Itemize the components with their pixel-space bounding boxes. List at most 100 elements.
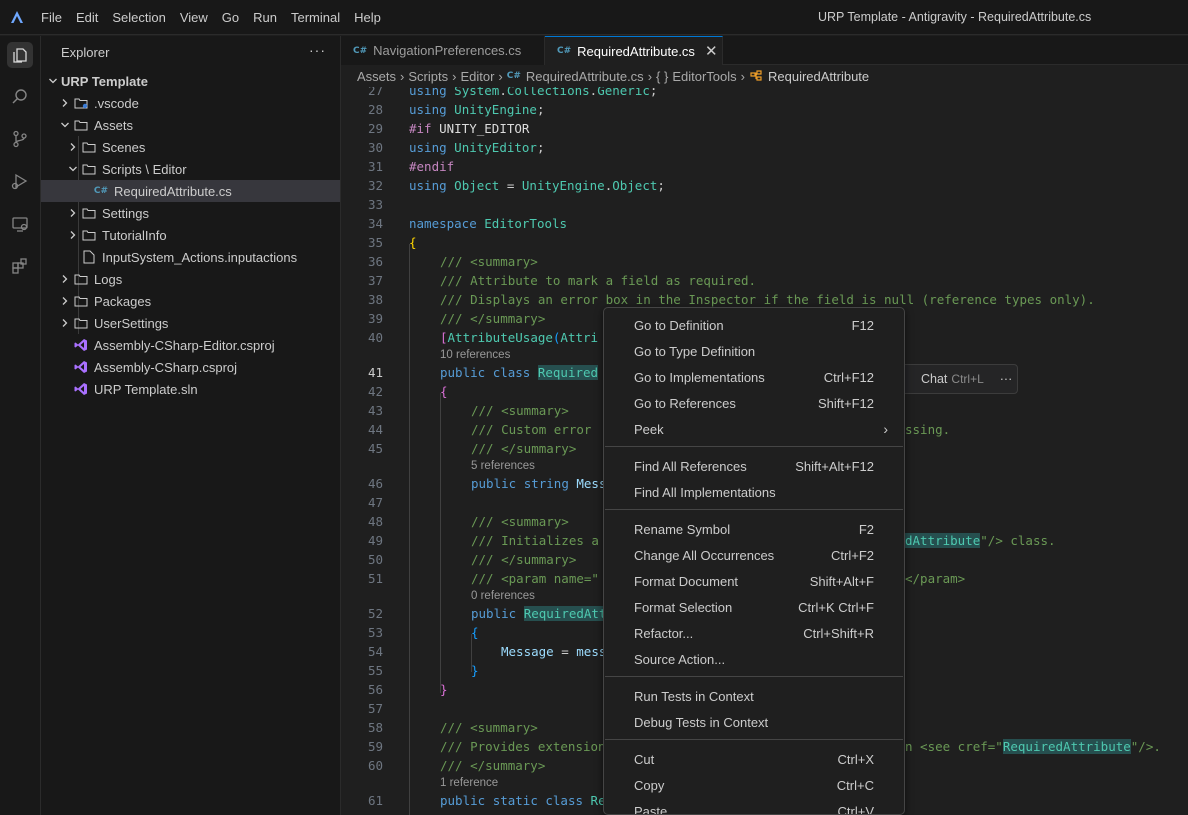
breadcrumb-item[interactable]: Scripts [408,69,448,84]
menu-item-format-document[interactable]: Format Document Shift+Alt+F [604,568,904,594]
more-icon[interactable]: ··· [1000,372,1013,386]
menu-file[interactable]: File [34,0,69,35]
chat-button[interactable]: Chat [921,372,947,386]
menu-item-go-to-implementations[interactable]: Go to Implementations Ctrl+F12 [604,364,904,390]
search-icon[interactable] [7,84,33,110]
tree-item-urp-template-sln[interactable]: URP Template.sln [41,378,340,400]
chevron-right-icon [65,227,81,243]
tree-item-logs[interactable]: Logs [41,268,340,290]
tree-item-vscode[interactable]: .vscode [41,92,340,114]
remote-explorer-icon[interactable] [7,211,33,237]
menu-item-cut[interactable]: Cut Ctrl+X [604,746,904,772]
source-control-icon[interactable] [7,126,33,152]
folder-icon [73,293,89,309]
tree-root-urp-template[interactable]: URP Template [41,70,340,92]
run-debug-icon[interactable] [7,168,33,194]
codelens-references[interactable]: 5 references [471,459,535,474]
menu-item-rename-symbol[interactable]: Rename Symbol F2 [604,516,904,542]
menu-edit[interactable]: Edit [69,0,105,35]
visual-studio-icon [73,359,89,375]
tab-label: RequiredAttribute.cs [577,43,695,59]
line-number: 43 [367,403,383,418]
code-line: </param> [905,571,966,586]
codelens-references[interactable]: 0 references [471,589,535,604]
tab-requiredattribute[interactable]: C# RequiredAttribute.cs ✕ [545,36,723,65]
tree-item-scripts-editor[interactable]: Scripts \ Editor [41,158,340,180]
folder-open-icon [81,161,97,177]
tree-item-label: URP Template.sln [94,381,198,397]
tree-item-label: Settings [102,205,149,221]
chevron-right-icon: › [400,68,405,84]
tree-item-packages[interactable]: Packages [41,290,340,312]
menu-item-copy[interactable]: Copy Ctrl+C [604,772,904,798]
menu-selection[interactable]: Selection [105,0,172,35]
code-line: using UnityEngine; [409,102,545,117]
menu-item-find-all-implementations[interactable]: Find All Implementations [604,479,904,505]
menu-view[interactable]: View [173,0,215,35]
extensions-icon[interactable] [7,253,33,279]
line-number: 31 [367,159,383,174]
codelens-references[interactable]: 1 reference [440,776,498,791]
codelens-references[interactable]: 10 references [440,348,510,363]
tree-item-label: TutorialInfo [102,227,167,243]
breadcrumb-item[interactable]: RequiredAttribute [768,69,869,84]
tree-item-inputsystem-actions[interactable]: InputSystem_Actions.inputactions [41,246,340,268]
tree-item-usersettings[interactable]: UserSettings [41,312,340,334]
code-line: /// Attribute to mark a field as require… [440,273,757,288]
menu-item-change-all-occurrences[interactable]: Change All Occurrences Ctrl+F2 [604,542,904,568]
window-title: URP Template - Antigravity - RequiredAtt… [818,10,1092,24]
menu-item-format-selection[interactable]: Format Selection Ctrl+K Ctrl+F [604,594,904,620]
tree-item-assembly-csharp-editor-csproj[interactable]: Assembly-CSharp-Editor.csproj [41,334,340,356]
line-number: 47 [367,495,383,510]
menu-item-source-action[interactable]: Source Action... [604,646,904,672]
csharp-file-icon: C# [506,71,521,81]
chevron-right-icon [65,205,81,221]
tree-item-tutorialinfo[interactable]: TutorialInfo [41,224,340,246]
line-number: 28 [367,102,383,117]
tree-item-settings[interactable]: Settings [41,202,340,224]
chevron-right-icon: › [740,68,745,84]
menu-go[interactable]: Go [215,0,246,35]
more-actions-icon[interactable]: ··· [309,42,326,58]
sidebar-title: Explorer [61,45,110,60]
line-number: 34 [367,216,383,231]
breadcrumb-item[interactable]: RequiredAttribute.cs [526,69,644,84]
breadcrumb-item[interactable]: EditorTools [672,69,736,84]
tree-item-scenes[interactable]: Scenes [41,136,340,158]
menu-item-debug-tests-in-context[interactable]: Debug Tests in Context [604,709,904,735]
menu-item-run-tests-in-context[interactable]: Run Tests in Context [604,683,904,709]
tree-item-label: Scenes [102,139,146,155]
menu-item-go-to-references[interactable]: Go to References Shift+F12 [604,390,904,416]
menu-item-go-to-type-definition[interactable]: Go to Type Definition [604,338,904,364]
code-line: /// Provides extension [440,739,606,754]
code-line: public class Required [440,365,599,380]
tree-item-label: UserSettings [94,315,169,331]
code-line: /// Custom error [471,422,599,437]
menu-item-peek[interactable]: Peek › [604,416,904,442]
tree-item-assembly-csharp-csproj[interactable]: Assembly-CSharp.csproj [41,356,340,378]
menu-item-refactor[interactable]: Refactor... Ctrl+Shift+R [604,620,904,646]
menu-help[interactable]: Help [347,0,388,35]
breadcrumb: Assets › Scripts › Editor › C# RequiredA… [341,65,1188,87]
explorer-icon[interactable] [7,42,33,68]
menu-item-paste[interactable]: Paste Ctrl+V [604,798,904,815]
tree-item-requiredattribute-cs[interactable]: C# RequiredAttribute.cs [41,180,340,202]
tree-item-assets[interactable]: Assets [41,114,340,136]
breadcrumb-item[interactable]: Editor [460,69,494,84]
app-logo-icon[interactable] [0,0,34,35]
menu-item-go-to-definition[interactable]: Go to Definition F12 [604,312,904,338]
code-line: /// </summary> [471,552,577,567]
inline-chat-hint: Chat Ctrl+L ··· [897,364,1018,394]
visual-studio-icon [73,381,89,397]
menu-terminal[interactable]: Terminal [284,0,347,35]
breadcrumb-item[interactable]: Assets [357,69,396,84]
close-icon[interactable]: ✕ [705,42,718,60]
tree-item-label: .vscode [94,95,139,111]
menu-item-find-all-references[interactable]: Find All References Shift+Alt+F12 [604,453,904,479]
line-number: 39 [367,311,383,326]
line-number: 27 [367,87,383,98]
line-number: 61 [367,793,383,808]
line-number: 50 [367,552,383,567]
menu-run[interactable]: Run [246,0,284,35]
tab-navigationpreferences[interactable]: C# NavigationPreferences.cs [341,36,545,65]
